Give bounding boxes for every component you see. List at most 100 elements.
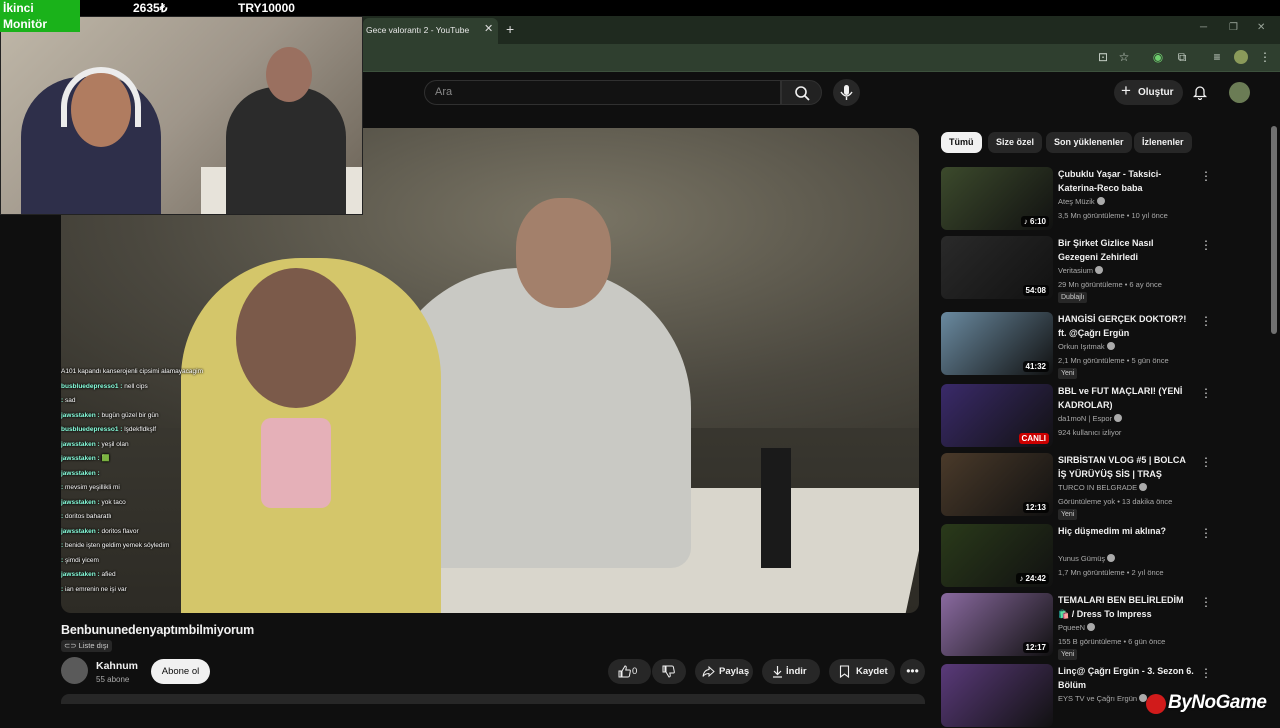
video-thumbnail[interactable]: ♪ 6:10 [941, 167, 1053, 230]
video-duration: 12:17 [1022, 642, 1049, 653]
recommended-video[interactable]: 54:08 Bir Şirket Gizlice Nasıl Gezegeni Z… [940, 236, 1215, 303]
share-button[interactable]: Paylaş [695, 659, 753, 684]
filter-chip[interactable]: Son yüklenenler [1046, 132, 1132, 153]
voice-search-button[interactable] [833, 79, 860, 106]
profile-avatar[interactable] [1234, 50, 1248, 64]
recommended-channel[interactable]: da1moN | Espor [1058, 414, 1123, 423]
recommended-meta: 3,5 Mn görüntüleme • 10 yıl önce [1058, 211, 1168, 220]
download-icon [773, 666, 782, 678]
video-thumbnail[interactable]: CANLI [941, 384, 1053, 447]
chat-message: : ian emrenin ne işi var [61, 583, 291, 598]
video-thumbnail[interactable]: 41:32 [941, 312, 1053, 375]
video-thumbnail[interactable]: 12:17 [941, 593, 1053, 656]
browser-tab[interactable]: Gece valorantı 2 - YouTube [363, 18, 498, 44]
recommended-channel[interactable]: TURCO IN BELGRADE [1058, 483, 1148, 492]
more-options-icon[interactable]: ⋮ [1200, 314, 1212, 328]
recommended-title[interactable]: Linç@ Çağrı Ergün - 3. Sezon 6. Bölüm [1058, 665, 1195, 692]
recommended-title[interactable]: TEMALARI BEN BELİRLEDİM 🛍️ / Dress To Im… [1058, 594, 1195, 621]
more-options-icon[interactable]: ⋮ [1200, 386, 1212, 400]
video-thumbnail[interactable] [941, 664, 1053, 727]
chat-username: jawsstaken : [61, 411, 100, 419]
unlisted-icon: ⊂⊃ [64, 641, 79, 650]
extensions-icon[interactable]: ⧉ [1175, 50, 1189, 64]
like-button[interactable]: 0 [608, 659, 651, 684]
extension-shield-icon[interactable]: ◉ [1151, 50, 1165, 64]
dislike-button[interactable] [652, 659, 686, 684]
channel-name[interactable]: Kahnum [96, 660, 138, 672]
chat-message: A101 kapandı kanserojenli cipsimi alamay… [61, 365, 291, 380]
search-button[interactable] [781, 80, 822, 105]
bookmark-star-icon[interactable]: ☆ [1117, 50, 1131, 64]
recommended-title[interactable]: Bir Şirket Gizlice Nasıl Gezegeni Zehirl… [1058, 237, 1195, 264]
restore-icon[interactable]: ❐ [1229, 22, 1238, 33]
new-tab-icon[interactable]: + [506, 21, 514, 37]
filter-chip[interactable]: Size özel [988, 132, 1043, 153]
video-thumbnail[interactable]: 54:08 [941, 236, 1053, 299]
recommended-channel[interactable]: EYS TV ve Çağrı Ergün [1058, 694, 1148, 703]
streamer-right-head [516, 198, 611, 308]
chat-username: jawsstaken : [61, 571, 100, 578]
chat-text: sad [64, 397, 76, 404]
notifications-bell-icon[interactable] [1192, 84, 1208, 101]
filter-chip[interactable]: İzlenenler [1134, 132, 1192, 153]
more-options-icon[interactable]: ⋮ [1200, 526, 1212, 540]
tab-close-icon[interactable]: ✕ [484, 22, 493, 35]
chat-username: jawsstaken : [61, 440, 100, 448]
recommended-channel[interactable]: Orkun Işıtmak [1058, 342, 1115, 351]
subscriber-count: 55 abone [96, 675, 130, 684]
more-actions-icon[interactable]: ••• [900, 659, 925, 684]
recommended-video[interactable]: 12:17 TEMALARI BEN BELİRLEDİM 🛍️ / Dress … [940, 593, 1215, 660]
filter-chip[interactable]: Tümü [941, 132, 982, 153]
stream-overlay-bar: İkinci Monitör 2635₺ TRY10000 [0, 0, 1280, 32]
more-options-icon[interactable]: ⋮ [1200, 666, 1212, 680]
more-options-icon[interactable]: ⋮ [1200, 595, 1212, 609]
video-thumbnail[interactable]: 12:13 [941, 453, 1053, 516]
video-thumbnail[interactable]: ♪ 24:42 [941, 524, 1053, 587]
webcam-overlay [0, 16, 363, 215]
browser-menu-icon[interactable]: ⋮ [1258, 50, 1272, 64]
more-options-icon[interactable]: ⋮ [1200, 169, 1212, 183]
recommended-video[interactable]: ♪ 6:10 Çubuklu Yaşar - Taksici-Katerina-R… [940, 167, 1215, 231]
channel-avatar[interactable] [61, 657, 88, 684]
recommended-channel[interactable]: Yunus Gümüş [1058, 554, 1116, 563]
recommended-video[interactable]: 41:32 HANGİSİ GERÇEK DOKTOR?! ft. @Çağrı … [940, 312, 1215, 379]
scrollbar[interactable] [1271, 126, 1277, 334]
search-input[interactable]: Ara [424, 80, 781, 105]
download-button[interactable]: İndir [762, 659, 820, 684]
chat-message: : doritos baharatlı [61, 510, 291, 525]
recommended-video[interactable]: CANLI BBL ve FUT MAÇLARI! (YENİ KADROLAR)… [940, 384, 1215, 448]
webcam-person-right-head [266, 47, 312, 102]
chat-username: jawsstaken : [61, 498, 100, 506]
description-box[interactable] [61, 694, 925, 704]
chat-text: doritos flavor [101, 527, 139, 535]
recommended-title[interactable]: Çubuklu Yaşar - Taksici-Katerina-Reco ba… [1058, 168, 1195, 195]
recommended-title[interactable]: SIRBİSTAN VLOG #5 | BOLCA İŞ YÜRÜYÜŞ SİS… [1058, 454, 1195, 481]
save-button[interactable]: Kaydet [829, 659, 895, 684]
more-options-icon[interactable]: ⋮ [1200, 455, 1212, 469]
recommended-title[interactable]: HANGİSİ GERÇEK DOKTOR?! ft. @Çağrı Ergün [1058, 313, 1195, 340]
plus-icon: + [1121, 81, 1131, 100]
recommended-title[interactable]: BBL ve FUT MAÇLARI! (YENİ KADROLAR) [1058, 385, 1195, 412]
install-app-icon[interactable]: ⊡ [1096, 50, 1110, 64]
like-count: 0 [632, 666, 638, 677]
recommended-title[interactable]: Hiç düşmedim mi aklına? [1058, 525, 1195, 539]
video-duration: 12:13 [1022, 502, 1049, 513]
verified-icon [1096, 197, 1105, 205]
subscribe-button[interactable]: Abone ol [151, 659, 210, 684]
recommended-video[interactable]: ♪ 24:42 Hiç düşmedim mi aklına? Yunus Gümü… [940, 524, 1215, 588]
recommended-channel[interactable]: PqueeN [1058, 623, 1096, 632]
account-avatar[interactable] [1229, 82, 1250, 103]
chat-message: busbluedepresso1 : nell cips [61, 380, 291, 395]
chat-message: jawsstaken : [61, 467, 291, 482]
channel-label: Yunus Gümüş [1058, 554, 1106, 563]
recommended-channel[interactable]: Ateş Müzik [1058, 197, 1105, 206]
minimize-icon[interactable]: ─ [1200, 22, 1207, 33]
chat-text: bugün güzel bir gün [101, 411, 159, 419]
more-options-icon[interactable]: ⋮ [1200, 238, 1212, 252]
overlay-goal: TRY10000 [238, 1, 295, 15]
window-close-icon[interactable]: ✕ [1257, 22, 1265, 33]
recommended-video[interactable]: 12:13 SIRBİSTAN VLOG #5 | BOLCA İŞ YÜRÜYÜ… [940, 453, 1215, 520]
recommended-channel[interactable]: Veritasium [1058, 266, 1104, 275]
chat-text: şimdi yicem [64, 556, 99, 564]
media-controls-icon[interactable]: ≡ [1210, 50, 1224, 64]
